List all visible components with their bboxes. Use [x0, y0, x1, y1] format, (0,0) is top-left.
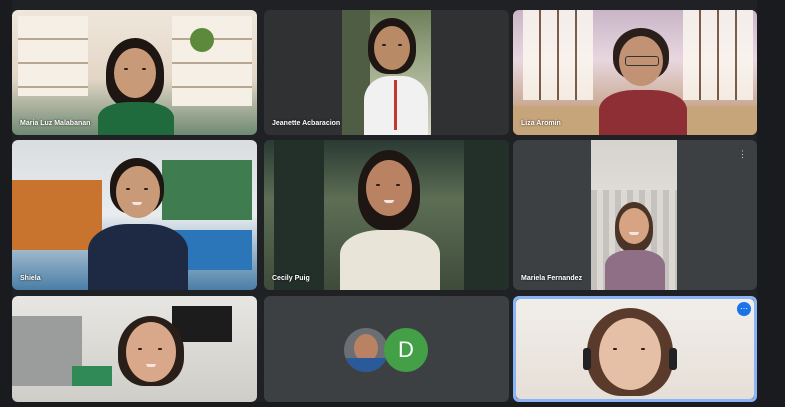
- avatar-letter: D: [384, 328, 428, 372]
- participant-name: Shiela: [20, 275, 41, 282]
- participant-video: [364, 18, 430, 135]
- participant-video: [98, 38, 178, 135]
- participant-video: [88, 158, 188, 290]
- participant-video: [340, 150, 440, 290]
- participant-name: Mariela Fernandez: [521, 275, 583, 282]
- participant-name: Cecily Puig: [272, 275, 310, 282]
- participant-name: Maria Luz Malabanan: [20, 120, 91, 127]
- participant-tile-6[interactable]: ⋮ Mariela Fernandez: [513, 140, 757, 290]
- participant-video: [108, 316, 198, 402]
- participant-tile-1[interactable]: Maria Luz Malabanan: [12, 10, 257, 135]
- participant-tile-8[interactable]: D: [264, 296, 509, 402]
- participant-tile-3[interactable]: Liza Aromin: [513, 10, 757, 135]
- more-options-icon[interactable]: ⋮: [738, 150, 747, 159]
- participant-name: Liza Aromin: [521, 120, 561, 127]
- participant-tile-5[interactable]: Cecily Puig: [264, 140, 509, 290]
- participant-name: Jeanette Acbaracion: [272, 120, 341, 127]
- participant-video: [599, 28, 689, 135]
- avatar: [344, 328, 388, 372]
- participant-video: [577, 308, 687, 402]
- left-edge: [0, 0, 12, 407]
- bottom-edge: [0, 402, 785, 407]
- participant-tile-2[interactable]: Jeanette Acbaracion: [264, 10, 509, 135]
- participant-tile-7[interactable]: [12, 296, 257, 402]
- participant-tile-9[interactable]: ⋯: [513, 296, 757, 402]
- pin-icon[interactable]: ⋯: [737, 302, 751, 316]
- participant-tile-4[interactable]: Shiela: [12, 140, 257, 290]
- right-edge: [757, 0, 785, 407]
- participant-video: [605, 202, 665, 290]
